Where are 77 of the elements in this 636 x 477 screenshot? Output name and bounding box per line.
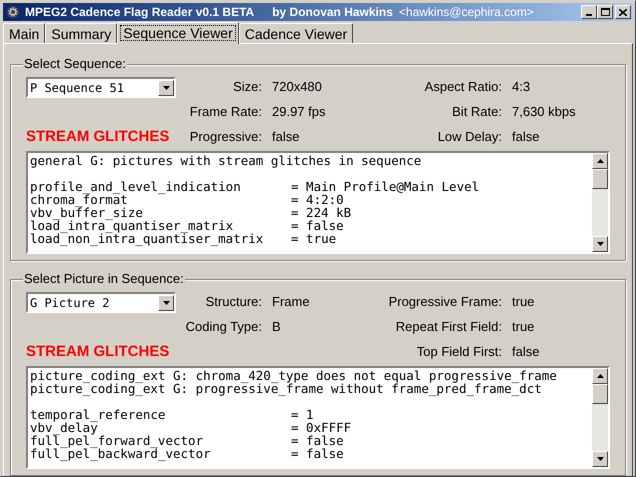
- property-label: Frame Rate:: [188, 102, 262, 121]
- scrollbar[interactable]: [592, 368, 608, 467]
- field-name: load_intra_quantiser_matrix: [30, 219, 234, 232]
- group-title: Select Sequence:: [23, 56, 127, 72]
- dropdown-button[interactable]: [158, 80, 174, 96]
- down-arrow-icon: [596, 242, 604, 246]
- field-value: = false: [291, 434, 344, 447]
- scroll-thumb[interactable]: [592, 384, 608, 404]
- maximize-button[interactable]: [597, 5, 613, 19]
- property-label: Top Field First:: [416, 342, 502, 361]
- alert-text: STREAM GLITCHES: [26, 128, 170, 146]
- property-value: 720x480: [271, 78, 323, 96]
- scroll-up-button[interactable]: [592, 153, 608, 169]
- property-value: 7,630 kbps: [511, 102, 577, 121]
- field-value: = false: [291, 447, 344, 460]
- field-name: vbv_buffer_size: [30, 206, 144, 219]
- property-label: Repeat First Field:: [394, 318, 502, 336]
- window-email: <hawkins@cephira.com>: [398, 4, 534, 21]
- window-author: by Donovan Hawkins: [272, 4, 393, 21]
- property-value: Frame: [271, 292, 311, 311]
- field-value: = 224 kB: [291, 206, 352, 219]
- field-value: = 4:2:0: [291, 193, 344, 206]
- field-name: vbv_delay: [30, 421, 98, 434]
- scroll-down-button[interactable]: [592, 451, 608, 467]
- minimize-button[interactable]: [581, 5, 597, 19]
- message-line: picture_coding_ext G: chroma_420_type does not equal progressive_frame: [30, 369, 557, 382]
- field-value: = false: [291, 219, 344, 232]
- window-title: MPEG2 Cadence Flag Reader v0.1 BETA: [25, 4, 254, 21]
- property-value: false: [511, 128, 540, 146]
- property-value: 29.97 fps: [271, 102, 326, 121]
- scroll-up-button[interactable]: [592, 368, 608, 384]
- field-name: full_pel_backward_vector: [30, 447, 212, 460]
- up-arrow-icon: [596, 374, 604, 378]
- property-label: Structure:: [204, 292, 262, 311]
- property-label: Size:: [232, 78, 262, 96]
- dropdown[interactable]: P Sequence 51: [26, 77, 176, 98]
- group-title: Select Picture in Sequence:: [23, 271, 185, 287]
- down-arrow-icon: [162, 86, 170, 90]
- field-name: temporal_reference: [30, 408, 166, 421]
- down-arrow-icon: [596, 457, 604, 461]
- tab[interactable]: Summary: [45, 23, 118, 43]
- property-value: 4:3: [511, 78, 532, 96]
- field-value: = Main Profile@Main Level: [291, 180, 480, 193]
- scroll-thumb[interactable]: [592, 169, 608, 189]
- dropdown[interactable]: G Picture 2: [26, 292, 176, 313]
- field-name: load_non_intra_quantiser_matrix: [30, 232, 264, 245]
- field-name: profile_and_level_indication: [30, 180, 242, 193]
- property-value: false: [271, 128, 300, 146]
- field-value: = 0xFFFF: [291, 421, 352, 434]
- tab[interactable]: Sequence Viewer: [117, 22, 239, 44]
- message-line: picture_coding_ext G: progressive_frame without frame_pred_frame_dct: [30, 382, 542, 395]
- field-value: = 1: [291, 408, 314, 421]
- property-label: Bit Rate:: [451, 102, 502, 121]
- property-value: true: [511, 292, 536, 311]
- property-value: true: [511, 318, 536, 336]
- property-value: false: [511, 342, 540, 361]
- property-label: Coding Type:: [184, 318, 262, 336]
- property-label: Low Delay:: [436, 128, 502, 146]
- field-value: = true: [291, 232, 336, 245]
- up-arrow-icon: [596, 159, 604, 163]
- property-value: B: [271, 318, 282, 336]
- close-button[interactable]: [615, 5, 631, 19]
- field-name: chroma_format: [30, 193, 128, 206]
- property-label: Progressive Frame:: [388, 292, 502, 311]
- dropdown-button[interactable]: [158, 294, 174, 310]
- down-arrow-icon: [162, 300, 170, 304]
- close-icon: [619, 8, 627, 16]
- tab[interactable]: Cadence Viewer: [238, 23, 354, 43]
- tab[interactable]: Main: [3, 23, 46, 43]
- property-label: Progressive:: [188, 128, 262, 146]
- gear-icon: [5, 4, 21, 20]
- property-label: Aspect Ratio:: [424, 78, 502, 96]
- alert-text: STREAM GLITCHES: [26, 343, 170, 361]
- scroll-down-button[interactable]: [592, 236, 608, 252]
- field-name: full_pel_forward_vector: [30, 434, 204, 447]
- message-line: general G: pictures with stream glitches in sequence: [30, 154, 422, 167]
- scrollbar[interactable]: [592, 153, 608, 252]
